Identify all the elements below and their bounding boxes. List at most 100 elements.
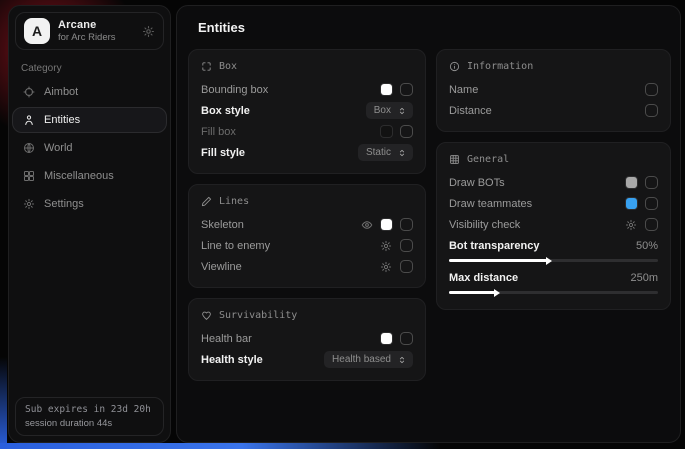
heart-icon xyxy=(201,310,212,321)
setting-health-bar: Health bar xyxy=(201,328,413,349)
dropdown-value: Static xyxy=(366,147,391,158)
page-title: Entities xyxy=(198,20,671,35)
setting-visibility-check: Visibility check xyxy=(449,214,658,235)
app-title: Arcane xyxy=(58,19,116,31)
visibility-check-checkbox[interactable] xyxy=(645,218,658,231)
setting-label: Skeleton xyxy=(201,219,244,231)
entities-icon xyxy=(23,114,35,126)
card-header: Box xyxy=(201,61,413,72)
globe-icon xyxy=(23,142,35,154)
box-corners-icon xyxy=(201,61,212,72)
card-header: Information xyxy=(449,61,658,72)
crosshair-icon xyxy=(23,86,35,98)
slider-value: 50% xyxy=(636,240,658,252)
sub-expiry-text: Sub expires in 23d 20h xyxy=(25,404,154,415)
card-box: Box Bounding box Box style Box Fill box Fill … xyxy=(188,49,426,174)
pencil-icon xyxy=(201,196,212,207)
setting-label: Max distance xyxy=(449,272,518,284)
setting-draw-teammates: Draw teammates xyxy=(449,193,658,214)
sidebar-nav: Aimbot Entities World Miscellaneous Settings xyxy=(12,79,167,217)
slider-thumb[interactable] xyxy=(546,257,552,265)
layout-grid-icon xyxy=(23,170,35,182)
sidebar-item-label: Entities xyxy=(44,114,80,126)
health-bar-color-swatch[interactable] xyxy=(381,333,392,344)
gear-icon[interactable] xyxy=(625,219,637,231)
distance-checkbox[interactable] xyxy=(645,104,658,117)
setting-label: Line to enemy xyxy=(201,240,270,252)
fill-box-color-swatch[interactable] xyxy=(381,126,392,137)
eye-icon[interactable] xyxy=(361,219,373,231)
card-header: General xyxy=(449,154,658,165)
skeleton-color-swatch[interactable] xyxy=(381,219,392,230)
chevrons-up-down-icon xyxy=(397,106,407,116)
card-title: Box xyxy=(219,61,237,72)
card-title: Lines xyxy=(219,196,249,207)
gear-icon[interactable] xyxy=(380,240,392,252)
sidebar-item-settings[interactable]: Settings xyxy=(12,191,167,217)
fill-box-checkbox[interactable] xyxy=(400,125,413,138)
sidebar-item-miscellaneous[interactable]: Miscellaneous xyxy=(12,163,167,189)
gear-icon[interactable] xyxy=(380,261,392,273)
session-duration-text: session duration 44s xyxy=(25,418,154,429)
chevrons-up-down-icon xyxy=(397,355,407,365)
background-blue-glow-left xyxy=(0,357,7,449)
health-style-dropdown[interactable]: Health based xyxy=(324,351,413,368)
draw-bots-checkbox[interactable] xyxy=(645,176,658,189)
draw-teammates-color-swatch[interactable] xyxy=(626,198,637,209)
name-checkbox[interactable] xyxy=(645,83,658,96)
card-title: Survivability xyxy=(219,310,297,321)
card-general: GeneralDraw BOTsDraw teammatesVisibility… xyxy=(436,142,671,310)
setting-bot-transparency: Bot transparency 50% xyxy=(449,235,658,267)
app-subtitle: for Arc Riders xyxy=(58,32,116,43)
setting-box-style: Box style Box xyxy=(201,100,413,121)
skeleton-checkbox[interactable] xyxy=(400,218,413,231)
app-logo: A xyxy=(24,18,50,44)
card-information: Information Name Distance xyxy=(436,49,671,132)
slider-fill xyxy=(449,291,495,294)
setting-label: Draw teammates xyxy=(449,198,532,210)
box-style-dropdown[interactable]: Box xyxy=(366,102,413,119)
max-distance-slider[interactable] xyxy=(449,291,658,294)
setting-skeleton: Skeleton xyxy=(201,214,413,235)
setting-bounding-box: Bounding box xyxy=(201,79,413,100)
setting-line-to-enemy: Line to enemy xyxy=(201,235,413,256)
screen: A Arcane for Arc Riders Category AimbotE… xyxy=(0,0,685,449)
chevrons-up-down-icon xyxy=(397,148,407,158)
card-title: Information xyxy=(467,61,533,72)
card-header: Survivability xyxy=(201,310,413,321)
setting-max-distance: Max distance250m xyxy=(449,267,658,299)
draw-teammates-checkbox[interactable] xyxy=(645,197,658,210)
line-to-enemy-checkbox[interactable] xyxy=(400,239,413,252)
setting-fill-style: Fill styleStatic xyxy=(201,142,413,163)
background-blue-glow-bottom xyxy=(0,443,440,449)
setting-label: Fill box xyxy=(201,126,236,138)
setting-label: Box style xyxy=(201,105,250,117)
sidebar-item-entities[interactable]: Entities xyxy=(12,107,167,133)
setting-label: Visibility check xyxy=(449,219,520,231)
app-logo-letter: A xyxy=(32,23,42,39)
slider-fill xyxy=(449,259,547,262)
column-right: Information Name Distance GeneralDraw BOTsD… xyxy=(436,49,671,310)
viewline-checkbox[interactable] xyxy=(400,260,413,273)
dropdown-value: Box xyxy=(374,105,391,116)
setting-name: Name xyxy=(449,79,658,100)
setting-label: Name xyxy=(449,84,478,96)
gear-icon[interactable] xyxy=(142,25,155,38)
sidebar-item-label: Settings xyxy=(44,198,84,210)
sidebar: A Arcane for Arc Riders Category AimbotE… xyxy=(8,5,171,443)
column-left: Box Bounding box Box style Box Fill box Fill … xyxy=(188,49,426,381)
bounding-box-checkbox[interactable] xyxy=(400,83,413,96)
fill-style-dropdown[interactable]: Static xyxy=(358,144,413,161)
sidebar-item-aimbot[interactable]: Aimbot xyxy=(12,79,167,105)
bounding-box-color-swatch[interactable] xyxy=(381,84,392,95)
sidebar-item-world[interactable]: World xyxy=(12,135,167,161)
setting-label: Distance xyxy=(449,105,492,117)
bot-transparency-slider[interactable] xyxy=(449,259,658,262)
setting-label: Bot transparency xyxy=(449,240,539,252)
main-panel: Entities Box Bounding box Box style Box Fill… xyxy=(176,5,681,443)
setting-label: Health style xyxy=(201,354,263,366)
sidebar-item-label: World xyxy=(44,142,73,154)
health-bar-checkbox[interactable] xyxy=(400,332,413,345)
draw-bots-color-swatch[interactable] xyxy=(626,177,637,188)
slider-thumb[interactable] xyxy=(494,289,500,297)
